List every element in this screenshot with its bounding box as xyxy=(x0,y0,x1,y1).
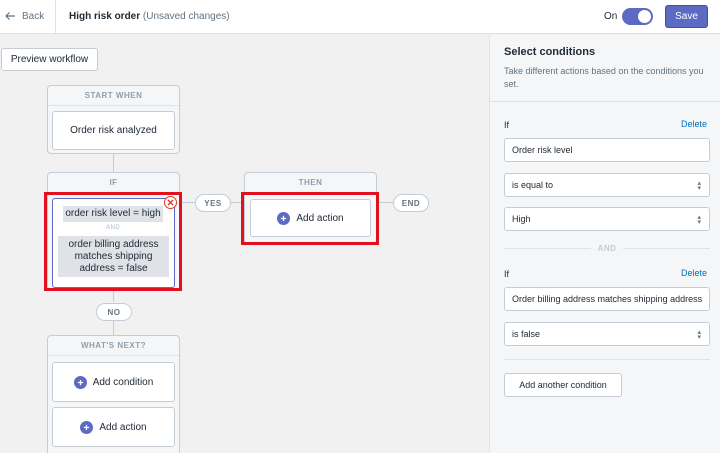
condition-2-operator-select[interactable]: is false ▴ ▾ xyxy=(504,322,710,346)
if-label-2: If xyxy=(504,269,510,279)
panel-header: Select conditions Take different actions… xyxy=(490,35,720,102)
select-caret-icon: ▴ ▾ xyxy=(697,214,701,226)
condition-1-value: High xyxy=(512,214,531,224)
add-condition-button[interactable]: Add condition xyxy=(52,362,175,402)
back-label: Back xyxy=(22,10,45,22)
condition-1-value-select[interactable]: High ▴ ▾ xyxy=(504,207,710,231)
condition-1-operator-select[interactable]: is equal to ▴ ▾ xyxy=(504,173,710,197)
condition-and-separator: AND xyxy=(106,225,121,231)
connector-then-end xyxy=(376,202,393,203)
remove-condition-button[interactable] xyxy=(164,196,177,209)
whats-next-header: WHAT'S NEXT? xyxy=(48,336,179,356)
no-branch-label: NO xyxy=(96,303,132,321)
connector-no-next xyxy=(113,321,114,335)
yes-branch-label: YES xyxy=(195,194,231,212)
condition-2-operator-value: is false xyxy=(512,329,541,339)
condition-2-property-input[interactable]: Order billing address matches shipping a… xyxy=(504,287,710,311)
then-add-action-button[interactable]: Add action xyxy=(250,199,371,237)
plus-icon xyxy=(73,375,87,389)
and-divider: AND xyxy=(504,243,710,253)
if-label-1: If xyxy=(504,120,510,130)
add-condition-label: Add condition xyxy=(92,376,154,388)
workflow-name: High risk order xyxy=(69,11,141,22)
close-icon xyxy=(167,199,174,206)
and-divider-label: AND xyxy=(597,243,617,253)
connector-if-no xyxy=(113,291,114,302)
panel-title: Select conditions xyxy=(504,46,596,58)
select-caret-icon: ▴ ▾ xyxy=(697,180,701,192)
start-when-card: START WHEN Order risk analyzed xyxy=(47,85,180,154)
then-header: THEN xyxy=(245,173,376,193)
panel-divider xyxy=(504,359,710,360)
toggle-knob xyxy=(638,10,651,23)
back-button[interactable]: Back xyxy=(4,10,44,22)
workflow-enabled-toggle[interactable] xyxy=(622,8,653,25)
then-card: THEN Add action xyxy=(244,172,377,245)
next-add-action-label: Add action xyxy=(99,421,147,433)
select-caret-icon: ▴ ▾ xyxy=(697,329,701,341)
top-bar: Back High risk order (Unsaved changes) O… xyxy=(0,0,720,34)
panel-description: Take different actions based on the cond… xyxy=(504,66,704,89)
condition-risk-level: order risk level = high xyxy=(63,206,163,222)
delete-condition-1-link[interactable]: Delete xyxy=(681,119,707,129)
page-title: High risk order (Unsaved changes) xyxy=(69,11,230,22)
plus-icon xyxy=(277,211,291,225)
workflow-canvas: Preview workflow START WHEN Order risk a… xyxy=(0,35,489,453)
connector-if-yes xyxy=(181,202,195,203)
whats-next-card: WHAT'S NEXT? Add condition Add action xyxy=(47,335,180,453)
next-add-action-button[interactable]: Add action xyxy=(52,407,175,447)
start-when-header: START WHEN xyxy=(48,86,179,106)
back-divider xyxy=(55,0,56,34)
add-another-condition-button[interactable]: Add another condition xyxy=(504,373,622,397)
connector-yes-then xyxy=(231,202,244,203)
if-header: IF xyxy=(48,173,179,193)
condition-billing-matches-shipping: order billing address matches shipping a… xyxy=(58,236,169,277)
end-label: END xyxy=(393,194,429,212)
condition-1-operator-value: is equal to xyxy=(512,180,554,190)
plus-icon xyxy=(80,420,94,434)
condition-1-property-input[interactable]: Order risk level xyxy=(504,138,710,162)
conditions-panel: Select conditions Take different actions… xyxy=(489,35,720,453)
save-button[interactable]: Save xyxy=(665,5,708,28)
unsaved-status: (Unsaved changes) xyxy=(142,11,230,22)
trigger-order-risk-analyzed[interactable]: Order risk analyzed xyxy=(52,111,175,150)
preview-workflow-button[interactable]: Preview workflow xyxy=(1,48,98,71)
then-add-action-label: Add action xyxy=(296,212,344,224)
delete-condition-2-link[interactable]: Delete xyxy=(681,268,707,278)
arrow-left-icon xyxy=(5,12,15,20)
toggle-label: On xyxy=(604,11,618,22)
